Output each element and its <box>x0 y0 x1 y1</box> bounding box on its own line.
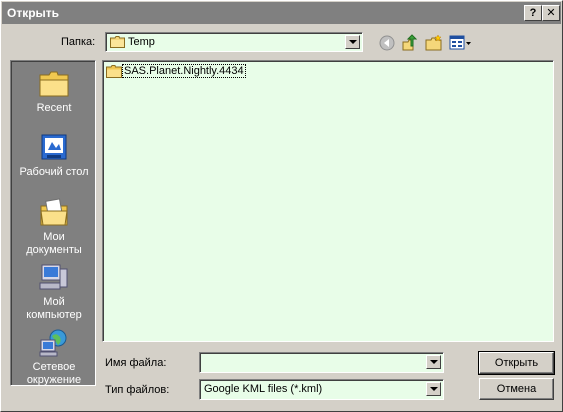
folder-icon <box>106 65 122 78</box>
desktop-icon <box>41 134 67 160</box>
filename-label: Имя файла: <box>105 357 167 369</box>
place-recent-label: Recent <box>36 102 72 114</box>
back-icon[interactable] <box>378 34 396 52</box>
help-button[interactable]: ? <box>524 5 542 21</box>
recent-folder-icon <box>39 71 69 97</box>
my-computer-icon <box>39 264 68 290</box>
open-button[interactable]: Открыть <box>478 351 555 375</box>
my-documents-icon <box>40 198 68 226</box>
filetype-dropdown-arrow[interactable] <box>426 382 441 396</box>
place-my-documents[interactable]: Мои документы <box>11 198 97 257</box>
place-my-documents-label: Мои документы <box>26 231 82 256</box>
window-title: Открыть <box>7 6 60 20</box>
filename-dropdown-arrow[interactable] <box>426 355 441 369</box>
network-icon <box>39 329 67 357</box>
places-bar: Recent Рабочий стол Мои документы Мой ко… <box>10 60 96 386</box>
up-folder-icon[interactable] <box>401 34 419 52</box>
place-recent[interactable]: Recent <box>11 69 97 115</box>
folder-label: Папка: <box>61 36 96 48</box>
place-my-computer[interactable]: Мой компьютер <box>11 263 97 322</box>
place-my-computer-label: Мой компьютер <box>26 296 82 321</box>
file-name: SAS.Planet.Nightly.4434 <box>122 64 246 78</box>
close-button[interactable]: ✕ <box>542 5 560 21</box>
place-desktop[interactable]: Рабочий стол <box>11 133 97 179</box>
filetype-label: Тип файлов: <box>105 384 170 396</box>
filename-input[interactable] <box>199 352 444 373</box>
new-folder-icon[interactable] <box>425 34 443 52</box>
filetype-select[interactable]: Google KML files (*.kml) <box>199 379 444 400</box>
view-menu-icon[interactable] <box>449 34 473 52</box>
place-network[interactable]: Сетевое окружение <box>11 328 97 387</box>
place-desktop-label: Рабочий стол <box>19 166 89 178</box>
folder-icon <box>110 36 125 48</box>
file-list[interactable]: SAS.Planet.Nightly.4434 <box>102 60 554 342</box>
cancel-button[interactable]: Отмена <box>479 378 554 400</box>
place-network-label: Сетевое окружение <box>26 361 82 386</box>
folder-combo[interactable]: Temp <box>105 32 363 52</box>
title-bar[interactable]: Открыть ? ✕ <box>2 2 561 24</box>
folder-dropdown-arrow[interactable] <box>345 35 360 49</box>
filetype-value: Google KML files (*.kml) <box>204 383 323 395</box>
open-dialog: Открыть ? ✕ Папка: Temp Recent Рабочий с… <box>0 0 563 412</box>
folder-value: Temp <box>128 36 155 48</box>
